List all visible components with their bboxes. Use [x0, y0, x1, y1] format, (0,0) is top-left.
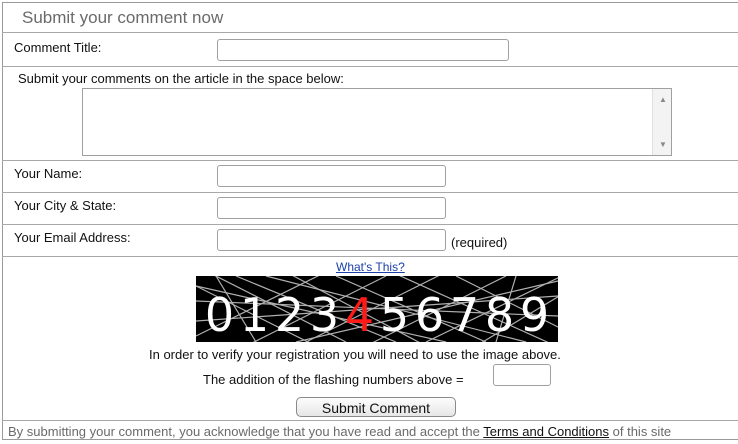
captcha-digit: 8: [484, 288, 515, 342]
submit-comment-button[interactable]: Submit Comment: [296, 397, 456, 417]
comment-body-label: Submit your comments on the article in t…: [18, 71, 344, 86]
terms-link[interactable]: Terms and Conditions: [483, 424, 609, 439]
captcha-digit: 3: [309, 288, 340, 342]
divider: [2, 160, 738, 161]
captcha-digit: 5: [379, 288, 410, 342]
whats-this-link[interactable]: What's This?: [336, 260, 405, 274]
footer-notice: By submitting your comment, you acknowle…: [8, 424, 671, 439]
captcha-digits: 0 1 2 3 4 5 6 7 8 9: [196, 290, 558, 340]
captcha-digit-highlighted: 4: [344, 288, 375, 342]
captcha-digit: 7: [449, 288, 480, 342]
form-title: Submit your comment now: [22, 8, 224, 27]
email-required-note: (required): [451, 235, 508, 250]
divider: [2, 66, 738, 67]
header-divider: [2, 32, 738, 33]
captcha-digit: 2: [274, 288, 305, 342]
name-label: Your Name:: [14, 166, 83, 181]
footer-prefix: By submitting your comment, you acknowle…: [8, 424, 480, 439]
email-input[interactable]: [217, 229, 446, 251]
captcha-digit: 6: [414, 288, 445, 342]
divider: [2, 192, 738, 193]
city-state-label: Your City & State:: [14, 198, 117, 213]
divider: [2, 256, 738, 257]
comment-title-label: Comment Title:: [14, 40, 102, 55]
city-state-input[interactable]: [217, 197, 446, 219]
captcha-digit: 0: [204, 288, 235, 342]
footer-suffix: of this site: [612, 424, 672, 439]
captcha-answer-input[interactable]: [493, 364, 551, 386]
footer-divider: [2, 420, 738, 421]
captcha-digit: 1: [239, 288, 270, 342]
email-label: Your Email Address:: [14, 230, 131, 245]
name-input[interactable]: [217, 165, 446, 187]
captcha-digit: 9: [519, 288, 550, 342]
scroll-up-icon[interactable]: ▲: [659, 95, 667, 104]
scroll-down-icon[interactable]: ▼: [659, 140, 667, 149]
captcha-addition-label: The addition of the flashing numbers abo…: [203, 372, 464, 387]
captcha-verify-text: In order to verify your registration you…: [149, 347, 561, 362]
comment-body-textarea[interactable]: ▲ ▼: [82, 88, 672, 156]
textarea-scrollbar[interactable]: ▲ ▼: [652, 89, 671, 155]
comment-title-input[interactable]: [217, 39, 509, 61]
divider: [2, 224, 738, 225]
captcha-image: 0 1 2 3 4 5 6 7 8 9: [196, 276, 558, 342]
